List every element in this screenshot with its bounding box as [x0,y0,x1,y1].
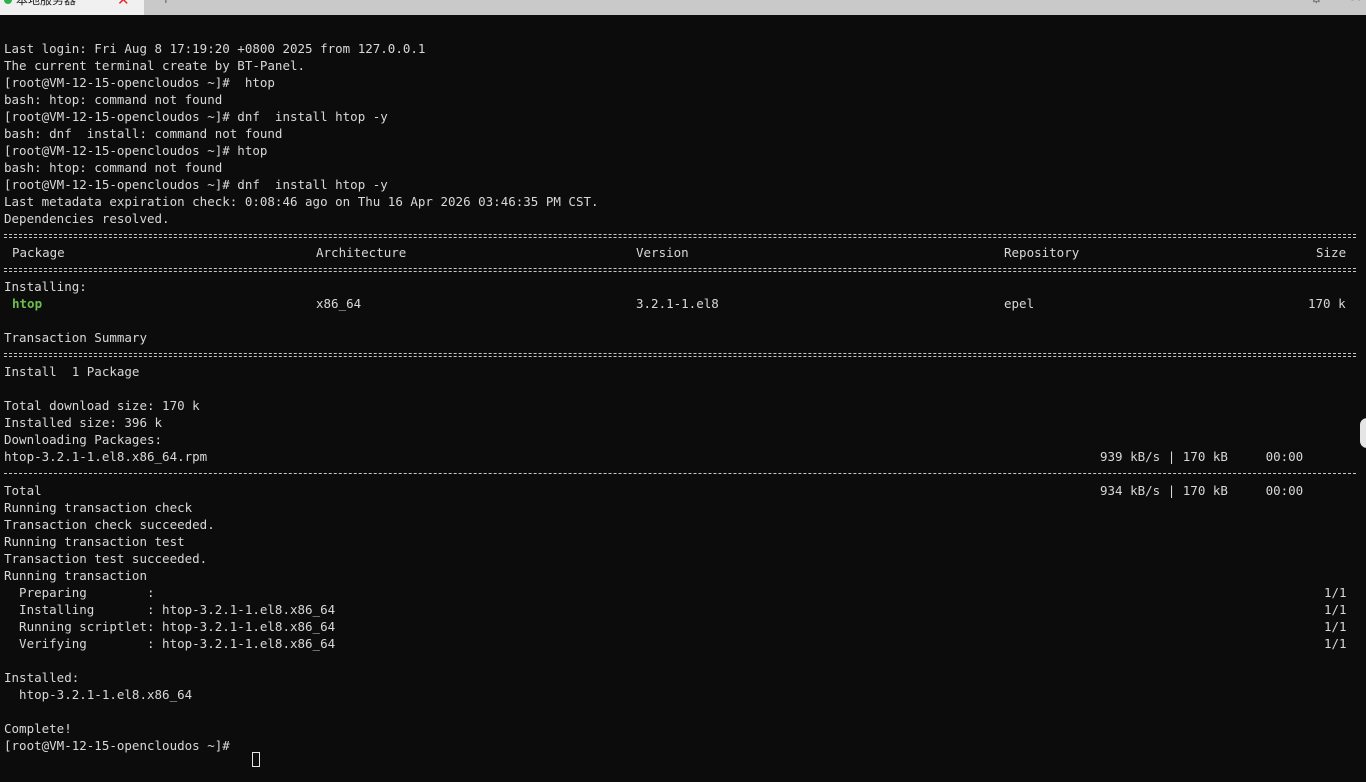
step-progress: 1/1 [1324,585,1347,600]
tab-title: 本地服务器 [16,0,77,7]
summary-installed-size: Installed size: 396 k [4,415,163,430]
new-tab-button[interactable]: + [160,0,172,7]
transaction-line: Transaction test succeeded. [4,551,208,566]
downloading-label: Downloading Packages: [4,432,163,447]
terminal-line: bash: htop: command not found [4,160,223,175]
package-repo: epel [1004,296,1035,311]
table-header-repo: Repository [1004,245,1080,260]
terminal-line: Last metadata expiration check: 0:08:46 … [4,194,599,209]
tab-local-server[interactable]: 本地服务器 ✕ [0,0,144,15]
package-name: htop [12,296,43,311]
download-file: htop-3.2.1-1.el8.x86_64.rpm [4,449,208,464]
link-icon[interactable]: ⚯ [1350,0,1362,7]
text-cursor[interactable] [252,752,260,767]
step-label: Preparing : [4,585,155,600]
step-progress: 1/1 [1324,619,1347,634]
terminal-line: [root@VM-12-15-opencloudos ~]# dnf insta… [4,109,388,124]
terminal-line: Dependencies resolved. [4,211,170,226]
terminal-line: bash: htop: command not found [4,92,223,107]
summary-title: Transaction Summary [4,330,147,345]
step-label: Running scriptlet: htop-3.2.1-1.el8.x86_… [4,619,336,634]
terminal-line: [root@VM-12-15-opencloudos ~]# htop [4,143,268,158]
step-label: Verifying : htop-3.2.1-1.el8.x86_64 [4,636,336,651]
download-total-stats: 934 kB/s | 170 kB 00:00 [1100,483,1304,498]
terminal-line: The current terminal create by BT-Panel. [4,58,306,73]
transaction-line: Running transaction test [4,534,185,549]
summary-download-size: Total download size: 170 k [4,398,200,413]
table-divider [4,234,1356,238]
terminal-output[interactable]: Last login: Fri Aug 8 17:19:20 +0800 202… [0,15,1366,782]
floating-scroll-handle[interactable] [1360,418,1366,448]
package-size: 170 k [1308,296,1346,311]
complete-message: Complete! [4,721,72,736]
table-header-package: Package [12,245,65,260]
step-progress: 1/1 [1324,636,1347,651]
package-arch: x86_64 [316,296,362,311]
table-divider [4,268,1356,272]
terminal-line: [root@VM-12-15-opencloudos ~]# dnf insta… [4,177,388,192]
step-label: Installing : htop-3.2.1-1.el8.x86_64 [4,602,336,617]
section-label: Installing: [4,279,87,294]
terminal-line: [root@VM-12-15-opencloudos ~]# htop [4,75,275,90]
close-tab-icon[interactable]: ✕ [117,0,130,9]
summary-divider [4,353,1356,357]
summary-install: Install 1 Package [4,364,140,379]
step-progress: 1/1 [1324,602,1347,617]
connection-status-icon [4,0,12,4]
terminal-line: Last login: Fri Aug 8 17:19:20 +0800 202… [4,41,426,56]
transaction-line: Transaction check succeeded. [4,517,215,532]
download-total-label: Total [4,483,42,498]
terminal-line: bash: dnf install: command not found [4,126,283,141]
gear-icon[interactable]: ⚙ [1310,0,1323,7]
installed-package: htop-3.2.1-1.el8.x86_64 [4,687,193,702]
command-prompt: [root@VM-12-15-opencloudos ~]# [4,738,238,753]
package-version: 3.2.1-1.el8 [636,296,719,311]
installed-title: Installed: [4,670,80,685]
table-header-version: Version [636,245,689,260]
transaction-line: Running transaction [4,568,147,583]
download-divider [4,473,1356,475]
tab-bar: 本地服务器 ✕ + ⚙ ⚯ [0,0,1366,15]
table-header-arch: Architecture [316,245,407,260]
table-header-size: Size [1316,245,1347,260]
transaction-line: Running transaction check [4,500,193,515]
download-file-stats: 939 kB/s | 170 kB 00:00 [1100,449,1304,464]
